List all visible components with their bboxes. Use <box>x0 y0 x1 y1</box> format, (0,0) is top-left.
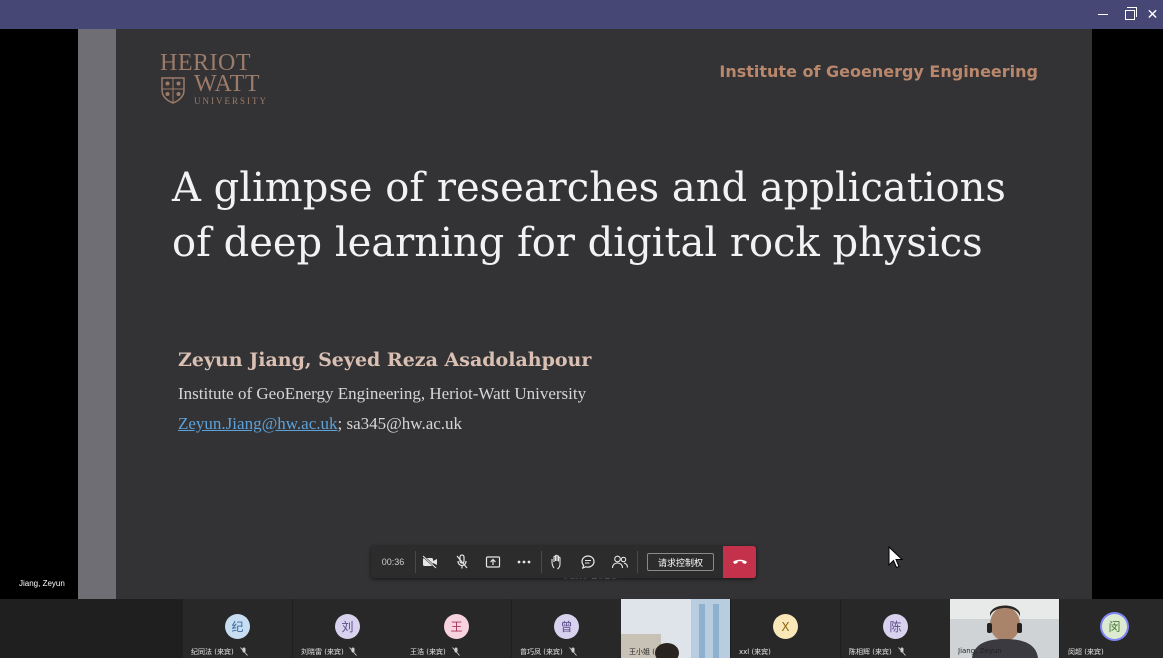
participant-tile[interactable]: 刘 刘晓雷 (来宾) <box>293 599 402 658</box>
mic-toggle-button[interactable] <box>447 546 477 578</box>
camera-toggle-button[interactable] <box>415 546 445 578</box>
presenter-label: Jiang, Zeyun <box>19 579 65 588</box>
participant-video-tile[interactable]: 王小姐 (来宾) <box>621 599 730 658</box>
share-screen-button[interactable] <box>478 546 508 578</box>
participant-name: 纪同法 (来宾) <box>191 648 234 656</box>
participant-name: 曾巧凤 (来宾) <box>520 648 563 656</box>
email-link[interactable]: Zeyun.Jiang@hw.ac.uk <box>178 414 337 433</box>
participant-name: 陈相辉 (来宾) <box>849 648 892 656</box>
more-icon <box>517 560 531 564</box>
slide-title: A glimpse of researches and applications… <box>172 161 1072 271</box>
hang-up-icon <box>732 559 747 564</box>
slide-title-line-1: A glimpse of researches and applications <box>172 165 1006 211</box>
participant-video-tile[interactable]: Jiang, Zeyun <box>950 599 1059 658</box>
minimize-button[interactable] <box>1089 0 1116 29</box>
logo-line-3: UNIVERSITY <box>194 96 268 106</box>
raise-hand-button[interactable] <box>542 546 572 578</box>
avatar: X <box>773 614 798 639</box>
participant-tile[interactable]: 王 王浩 (来宾) <box>402 599 511 658</box>
slide-affiliation: Institute of GeoEnergy Engineering, Heri… <box>178 384 587 403</box>
participant-tile[interactable]: 纪 纪同法 (来宾) <box>183 599 292 658</box>
mic-muted-icon <box>452 647 460 656</box>
mouse-cursor-icon <box>888 546 904 569</box>
participant-name: 闵超 (来宾) <box>1068 648 1104 656</box>
close-button[interactable]: ✕ <box>1142 0 1163 29</box>
more-actions-button[interactable] <box>509 546 539 578</box>
participants-icon <box>611 555 629 569</box>
email-rest: ; sa345@hw.ac.uk <box>337 414 463 433</box>
avatar: 闵 <box>1102 614 1127 639</box>
mic-muted-icon <box>898 647 906 656</box>
participant-name: xxl (来宾) <box>739 648 771 656</box>
participants-button[interactable] <box>605 546 635 578</box>
slide-authors: Zeyun Jiang, Seyed Reza Asadolahpour <box>178 349 592 371</box>
participant-name: 王小姐 (来宾) <box>629 648 672 656</box>
raise-hand-icon <box>551 554 561 570</box>
title-bar: ✕ <box>0 0 1163 29</box>
restore-button[interactable] <box>1116 0 1143 29</box>
participant-tile[interactable]: 闵 闵超 (来宾) <box>1060 599 1163 658</box>
mic-off-icon <box>456 554 468 569</box>
chat-icon <box>581 555 595 570</box>
close-icon: ✕ <box>1146 6 1159 23</box>
mic-muted-icon <box>240 647 248 656</box>
restore-icon <box>1124 6 1137 20</box>
share-screen-icon <box>485 556 501 568</box>
participant-name: Jiang, Zeyun <box>958 647 1002 655</box>
request-control-button[interactable]: 请求控制权 <box>647 553 714 571</box>
slide-title-line-2: of deep learning for digital rock physic… <box>172 220 983 266</box>
toolbar-separator <box>637 551 638 573</box>
call-timer: 00:36 <box>381 557 405 567</box>
camera-off-icon <box>422 555 437 569</box>
logo-line-2: WATT <box>194 71 260 97</box>
avatar: 刘 <box>335 614 360 639</box>
participant-tile[interactable]: X xxl (来宾) <box>731 599 840 658</box>
crest-icon <box>161 77 185 104</box>
teams-meeting-window: ✕ HERIOT WATT UNIVERSITY Institute of Ge… <box>0 0 1163 658</box>
institute-header: Institute of Geoenergy Engineering <box>719 62 1038 81</box>
participant-tile[interactable]: 陈 陈相辉 (来宾) <box>841 599 950 658</box>
chat-button[interactable] <box>573 546 603 578</box>
slide-side-strip <box>78 29 116 599</box>
avatar: 纪 <box>225 614 250 639</box>
slide-emails: Zeyun.Jiang@hw.ac.uk; sa345@hw.ac.uk <box>178 414 462 434</box>
avatar: 王 <box>444 614 469 639</box>
hang-up-button[interactable] <box>723 546 756 578</box>
shared-screen: HERIOT WATT UNIVERSITY Institute of Geoe… <box>78 29 1092 599</box>
participants-strip: 纪 纪同法 (来宾) 刘 刘晓雷 (来宾) 王 王浩 (来宾) 曾 曾巧凤 (来… <box>0 599 1163 658</box>
heriot-watt-logo: HERIOT WATT UNIVERSITY <box>160 51 270 107</box>
avatar: 陈 <box>883 614 908 639</box>
minimize-icon <box>1097 14 1108 15</box>
mic-muted-icon <box>349 647 357 656</box>
avatar: 曾 <box>554 614 579 639</box>
participant-tile[interactable]: 曾 曾巧凤 (来宾) <box>512 599 621 658</box>
meeting-toolbar: 00:36 请求控制权 <box>371 546 756 578</box>
mic-muted-icon <box>569 647 577 656</box>
